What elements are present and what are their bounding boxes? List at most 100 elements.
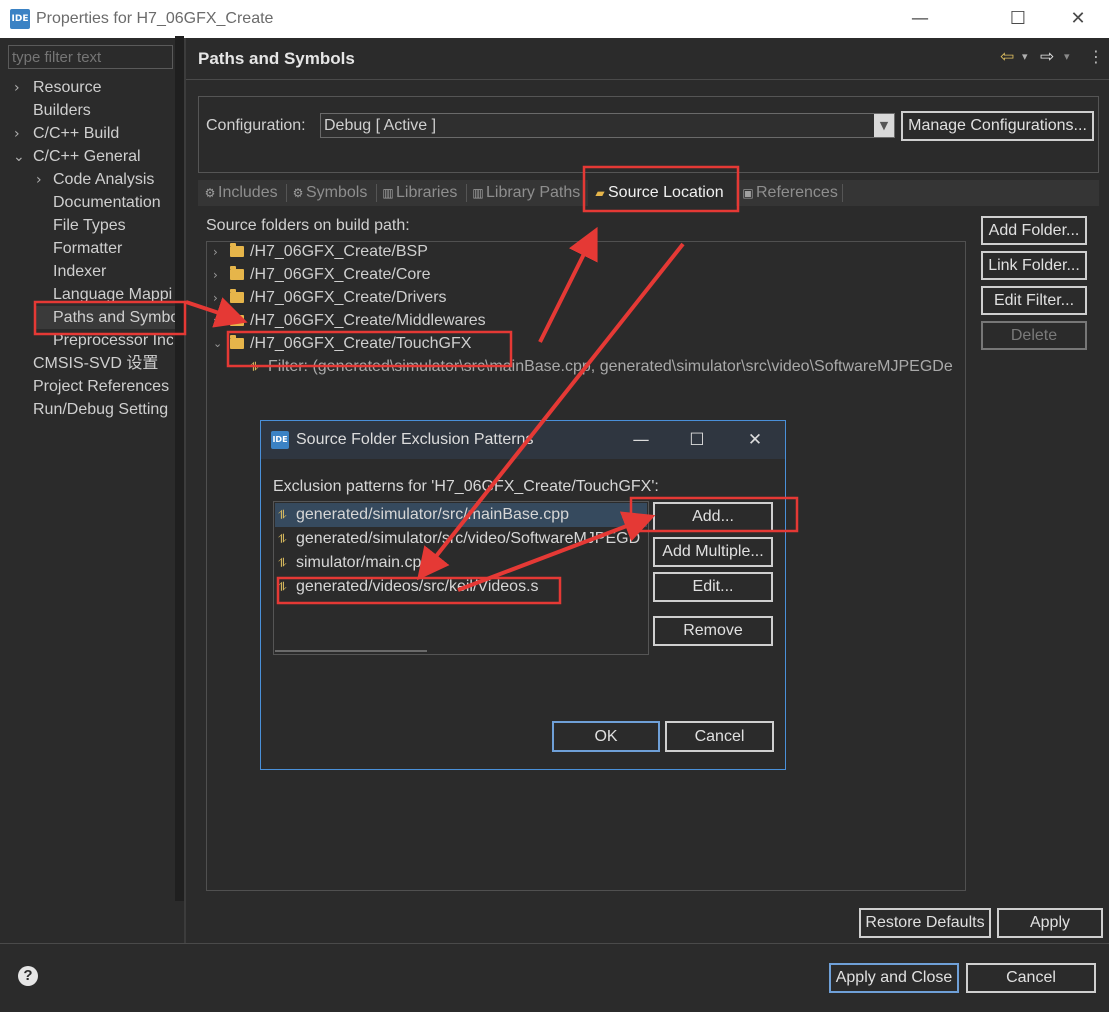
list-horizontal-scrollbar[interactable] [275, 650, 427, 652]
folder-icon [230, 266, 244, 280]
tree-item-folder[interactable]: /H7_06GFX_Create/Drivers [230, 286, 447, 309]
view-menu-icon[interactable]: ⋮ [1088, 47, 1104, 66]
pane-divider[interactable] [184, 38, 186, 943]
restore-defaults-button[interactable]: Restore Defaults [859, 908, 991, 938]
apply-button[interactable]: Apply [997, 908, 1103, 938]
cancel-button[interactable]: Cancel [966, 963, 1096, 993]
maximize-icon[interactable]: ☐ [998, 6, 1038, 32]
list-item[interactable]: ⥮ generated/videos/src/keil/Videos.s [275, 575, 539, 599]
apply-and-close-button[interactable]: Apply and Close [829, 963, 959, 993]
manage-configurations-button[interactable]: Manage Configurations... [901, 111, 1094, 141]
ok-button[interactable]: OK [552, 721, 660, 752]
add-folder-button[interactable]: Add Folder... [981, 216, 1087, 245]
nav-item-cpp-general[interactable]: C/C++ General [33, 145, 173, 168]
window-titlebar: IDE Properties for H7_06GFX_Create — ☐ ✕ [0, 0, 1109, 38]
chevron-right-icon[interactable]: › [213, 268, 218, 282]
folder-icon: ▰ [595, 186, 605, 200]
nav-item-cmsis-svd[interactable]: CMSIS-SVD 设置 [33, 352, 173, 375]
nav-item-formatter[interactable]: Formatter [53, 237, 173, 260]
tab-libraries[interactable]: ▥ Libraries [380, 180, 457, 206]
folder-icon [230, 289, 244, 303]
tree-item-folder[interactable]: /H7_06GFX_Create/Middlewares [230, 309, 486, 332]
nav-scrollbar[interactable] [175, 36, 184, 901]
window-title: Properties for H7_06GFX_Create [36, 10, 274, 27]
link-folder-button[interactable]: Link Folder... [981, 251, 1087, 280]
nav-item-code-analysis[interactable]: Code Analysis [53, 168, 173, 191]
configuration-select[interactable]: Debug [ Active ] ▼ [320, 113, 895, 138]
chevron-right-icon[interactable]: › [14, 80, 20, 96]
edit-pattern-button[interactable]: Edit... [653, 572, 773, 602]
close-icon[interactable]: ✕ [1058, 6, 1098, 32]
tree-item-folder[interactable]: /H7_06GFX_Create/BSP [230, 240, 428, 263]
ide-logo-icon: IDE [271, 431, 289, 449]
maximize-icon[interactable]: ☐ [679, 427, 715, 453]
filter-icon: ⥮ [278, 508, 287, 522]
chevron-down-icon[interactable]: ⌄ [213, 337, 222, 350]
close-icon[interactable]: ✕ [737, 427, 773, 453]
list-item[interactable]: ⥮ generated/simulator/src/video/SoftwareM… [275, 527, 640, 551]
tab-source-location[interactable]: ▰ Source Location [588, 180, 736, 206]
exclusion-patterns-list[interactable]: ⥮ generated/simulator/src/mainBase.cpp ⥮ g… [273, 501, 649, 655]
help-icon[interactable]: ? [18, 966, 38, 986]
add-pattern-button[interactable]: Add... [653, 502, 773, 532]
nav-item-preprocessor-include[interactable]: Preprocessor Inc [53, 329, 173, 352]
nav-item-paths-and-symbols[interactable]: Paths and Symbo [35, 306, 175, 329]
tab-label: References [756, 184, 838, 201]
tab-includes[interactable]: ⚙ Includes [202, 180, 278, 206]
minimize-icon[interactable]: — [900, 6, 940, 32]
tree-item-folder-touchgfx[interactable]: /H7_06GFX_Create/TouchGFX [230, 332, 471, 355]
ide-logo-icon: IDE [10, 9, 30, 29]
dialog-cancel-button[interactable]: Cancel [665, 721, 774, 752]
tab-separator [286, 184, 287, 202]
tree-item-filter[interactable]: ⥮ Filter: (generated\simulator\src\mainBa… [250, 355, 964, 378]
remove-pattern-button[interactable]: Remove [653, 616, 773, 646]
list-item[interactable]: ⥮ simulator/main.cpp [275, 551, 430, 575]
nav-item-cpp-build[interactable]: C/C++ Build [33, 122, 173, 145]
nav-item-project-references[interactable]: Project References [33, 375, 173, 398]
delete-button[interactable]: Delete [981, 321, 1087, 350]
pattern-text: generated/simulator/src/mainBase.cpp [296, 506, 570, 523]
dialog-title: Source Folder Exclusion Patterns [296, 431, 534, 448]
forward-history-dropdown-icon[interactable]: ▾ [1064, 50, 1070, 63]
list-item[interactable]: ⥮ generated/simulator/src/mainBase.cpp [275, 503, 647, 527]
chevron-down-icon[interactable]: ⌄ [13, 149, 25, 165]
tree-item-folder[interactable]: /H7_06GFX_Create/Core [230, 263, 431, 286]
filter-text: Filter: (generated\simulator\src\mainBas… [268, 358, 953, 375]
pattern-text: generated/simulator/src/video/SoftwareMJ… [296, 530, 641, 547]
folder-path: /H7_06GFX_Create/Drivers [250, 289, 447, 306]
tab-references[interactable]: ▣ References [740, 180, 838, 206]
filter-input[interactable] [8, 45, 173, 69]
filter-icon: ⥮ [278, 532, 287, 546]
back-history-dropdown-icon[interactable]: ▾ [1022, 50, 1028, 63]
tab-library-paths[interactable]: ▥ Library Paths [470, 180, 580, 206]
tab-label: Libraries [396, 184, 458, 201]
tab-symbols[interactable]: ⚙ Symbols [290, 180, 368, 206]
chevron-right-icon[interactable]: › [213, 314, 218, 328]
nav-item-indexer[interactable]: Indexer [53, 260, 173, 283]
folder-path: /H7_06GFX_Create/Core [250, 266, 431, 283]
minimize-icon[interactable]: — [623, 427, 659, 453]
chevron-right-icon[interactable]: › [213, 245, 218, 259]
forward-arrow-icon[interactable]: ⇨ [1040, 47, 1054, 67]
add-multiple-button[interactable]: Add Multiple... [653, 537, 773, 567]
tab-label: Includes [218, 184, 278, 201]
libraries-icon: ▥ [382, 186, 394, 200]
nav-item-builders[interactable]: Builders [33, 99, 173, 122]
tab-label: Symbols [306, 184, 368, 201]
edit-filter-button[interactable]: Edit Filter... [981, 286, 1087, 315]
chevron-down-icon[interactable]: ▼ [874, 114, 894, 137]
folder-icon [230, 312, 244, 326]
header-divider [186, 79, 1109, 80]
nav-item-language-mappings[interactable]: Language Mappi [53, 283, 173, 306]
nav-item-documentation[interactable]: Documentation [53, 191, 173, 214]
chevron-right-icon[interactable]: › [14, 126, 20, 142]
nav-item-run-debug-settings[interactable]: Run/Debug Setting [33, 398, 173, 421]
chevron-right-icon[interactable]: › [36, 172, 42, 188]
page-title: Paths and Symbols [198, 49, 355, 68]
folder-icon [230, 243, 244, 257]
chevron-right-icon[interactable]: › [213, 291, 218, 305]
back-arrow-icon[interactable]: ⇦ [1000, 47, 1014, 67]
nav-item-file-types[interactable]: File Types [53, 214, 173, 237]
folder-path: /H7_06GFX_Create/Middlewares [250, 312, 486, 329]
nav-item-resource[interactable]: Resource [33, 76, 173, 99]
